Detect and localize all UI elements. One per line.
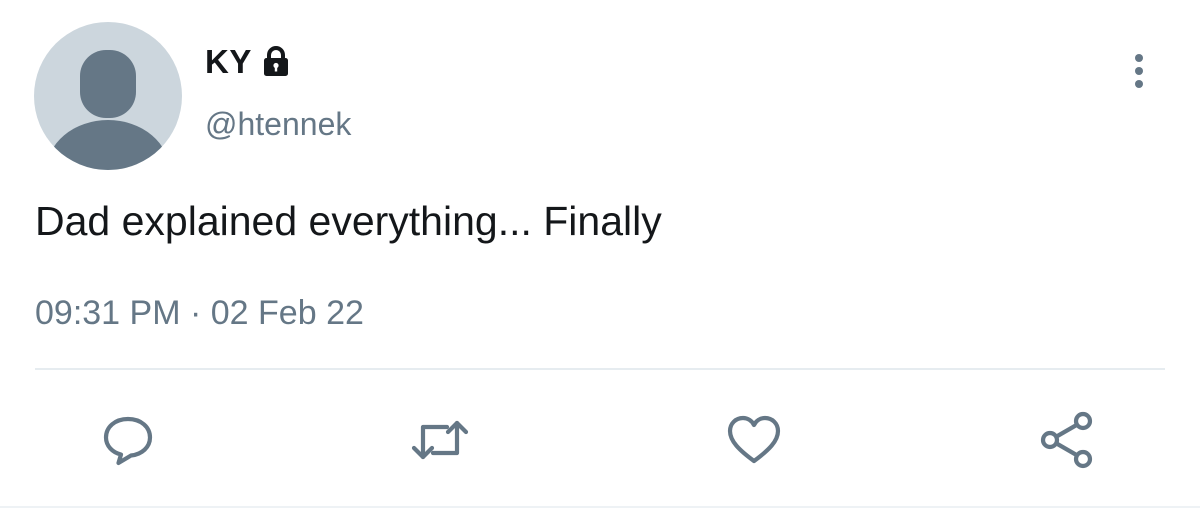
author-name-row: KY [205, 42, 294, 82]
retweet-button[interactable] [408, 408, 472, 472]
more-options-button[interactable] [1122, 50, 1156, 94]
divider [35, 368, 1165, 370]
more-vertical-icon [1135, 54, 1143, 88]
like-button[interactable] [722, 408, 786, 472]
tweet-time: 09:31 PM [35, 294, 181, 332]
meta-separator: · [189, 294, 202, 332]
retweet-icon [411, 420, 469, 460]
lock-icon [258, 44, 294, 80]
user-handle[interactable]: @htennek [205, 106, 351, 143]
default-avatar-icon [46, 50, 170, 170]
tweet-text: Dad explained everything... Finally [35, 198, 662, 244]
heart-icon [727, 415, 781, 464]
display-name[interactable]: KY [205, 43, 252, 81]
reply-icon [103, 416, 153, 466]
share-icon [1040, 411, 1093, 469]
tweet-timestamp[interactable]: 09:31 PM · 02 Feb 22 [35, 294, 364, 333]
bottom-divider [0, 506, 1200, 508]
share-button[interactable] [1036, 408, 1100, 472]
tweet-date: 02 Feb 22 [210, 294, 364, 332]
avatar[interactable] [34, 22, 182, 170]
reply-button[interactable] [96, 408, 160, 472]
